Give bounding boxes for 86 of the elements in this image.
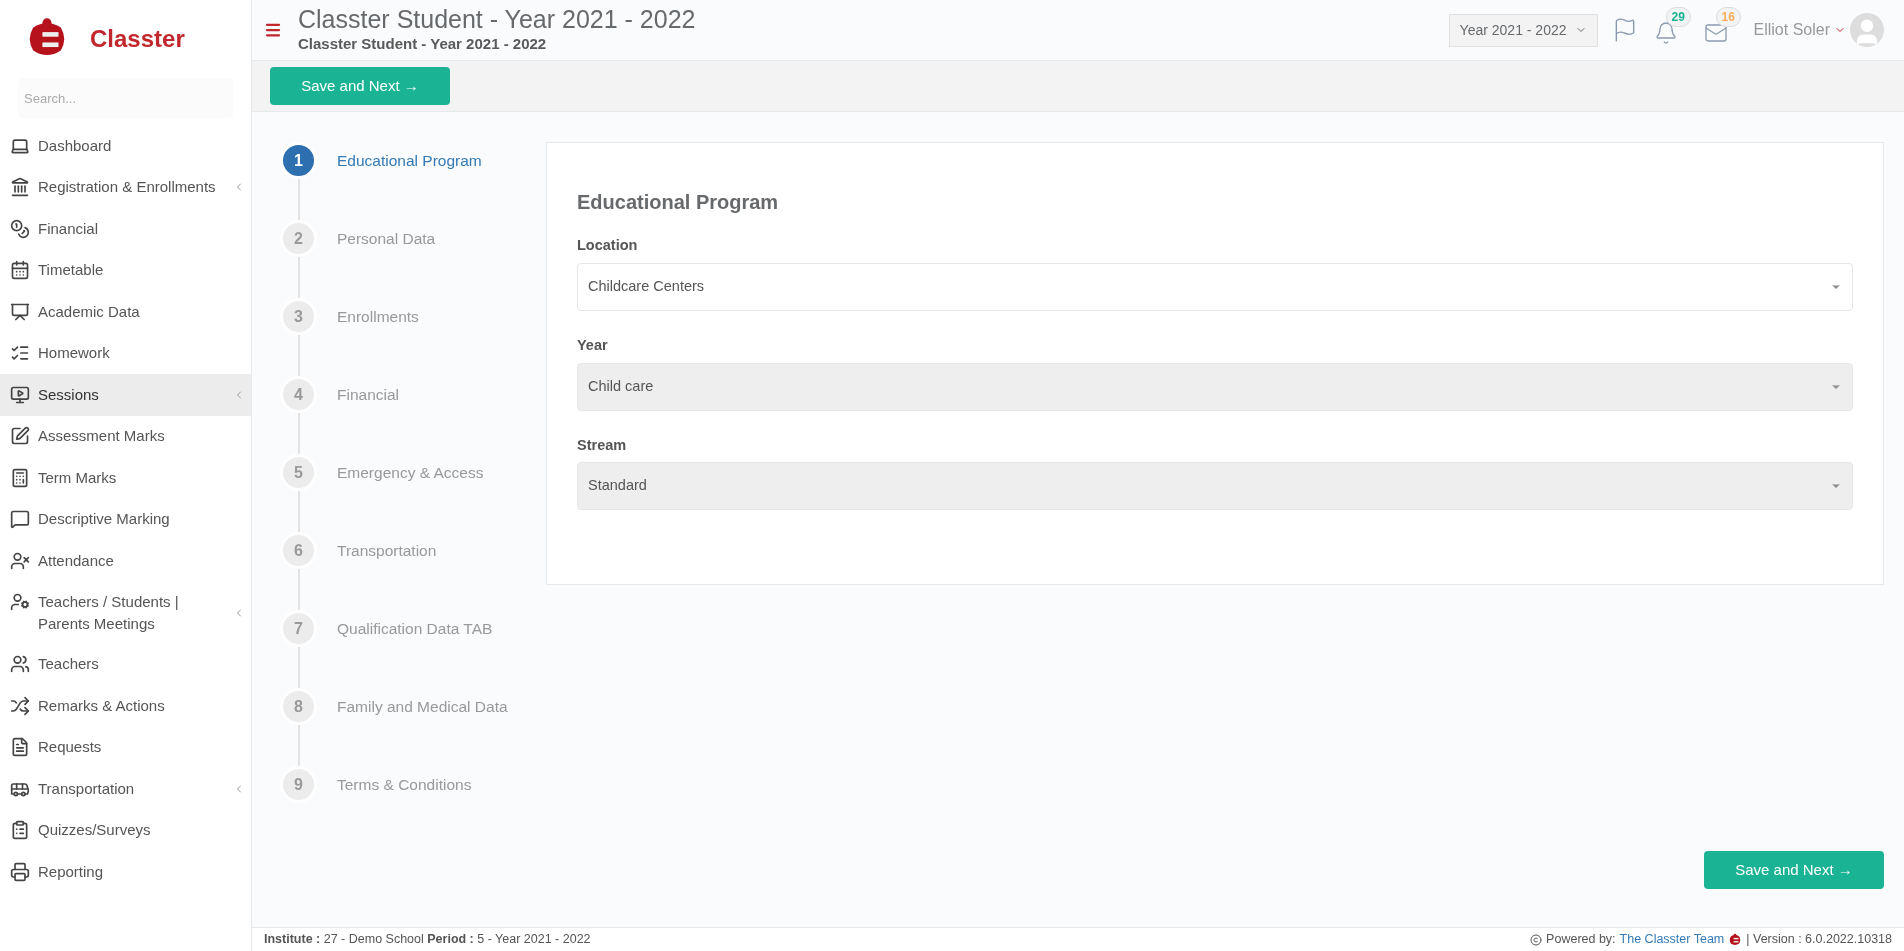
sidebar-item-label: Academic Data	[38, 301, 140, 322]
search-field[interactable]: Search...	[18, 78, 233, 118]
calendar-icon	[10, 260, 30, 281]
step-label[interactable]: Qualification Data TAB	[337, 616, 493, 641]
edit-icon	[10, 426, 30, 447]
sidebar-item[interactable]: Assessment Marks	[0, 415, 251, 457]
avatar[interactable]	[1850, 13, 1884, 47]
user-x-icon	[10, 550, 30, 571]
sidebar-item[interactable]: Transportation	[0, 768, 251, 810]
count-badge: 29	[1665, 7, 1691, 27]
form-title: Educational Program	[577, 190, 780, 215]
printer-icon	[10, 861, 30, 882]
year-selector[interactable]: Year 2021 - 2022	[1448, 13, 1598, 47]
step-label[interactable]: Terms & Conditions	[337, 772, 472, 797]
calculator-icon	[10, 467, 30, 488]
sidebar-item-label: Quizzes/Surveys	[38, 820, 151, 841]
sidebar-item[interactable]: Quizzes/Surveys	[0, 809, 251, 851]
sidebar-item-label: Reporting	[38, 861, 104, 882]
presentation-icon	[10, 301, 30, 322]
sidebar-item-label: Remarks & Actions	[38, 695, 165, 716]
user-gear-icon	[10, 591, 30, 612]
brand-name: Classter	[90, 24, 185, 54]
user-menu[interactable]: Elliot Soler	[1753, 18, 1846, 42]
team-link[interactable]: The Classter Team	[1619, 930, 1725, 949]
select-field[interactable]: Childcare Centers	[577, 262, 1853, 311]
step-label[interactable]: Educational Program	[337, 148, 482, 173]
sidebar-item-label: Financial	[38, 218, 99, 239]
sidebar-item[interactable]: Teachers / Students | Parents Meetings	[0, 581, 251, 644]
sidebar-item[interactable]: Requests	[0, 726, 251, 768]
sidebar-item-label: Sessions	[38, 384, 99, 405]
field-label: Year	[577, 335, 609, 355]
sidebar-item[interactable]: Reporting	[0, 851, 251, 893]
sidebar-item[interactable]: Registration & Enrollments	[0, 166, 251, 208]
sidebar-item[interactable]: Sessions	[0, 374, 251, 416]
save-and-next-button[interactable]: Save and Next →	[1704, 851, 1884, 889]
sidebar-item[interactable]: Term Marks	[0, 457, 251, 499]
sidebar-item[interactable]: Financial	[0, 208, 251, 250]
sidebar-item-label: Registration & Enrollments	[38, 177, 216, 198]
step-number[interactable]: 1	[280, 142, 317, 179]
page-title: Classter Student - Year 2021 - 2022	[298, 4, 697, 33]
step-label[interactable]: Enrollments	[337, 304, 419, 329]
users-icon	[10, 654, 30, 675]
bank-icon	[10, 177, 30, 198]
sidebar-item-label: Timetable	[38, 260, 104, 281]
sidebar-item[interactable]: Remarks & Actions	[0, 685, 251, 727]
sidebar-item[interactable]: Attendance	[0, 540, 251, 582]
shuffle-icon	[10, 695, 30, 716]
sidebar-item-label: Transportation	[38, 778, 135, 799]
document-icon	[10, 737, 30, 758]
sidebar-item[interactable]: Dashboard	[0, 125, 251, 167]
step-label[interactable]: Family and Medical Data	[337, 694, 508, 719]
sidebar-item-label: Requests	[38, 737, 102, 758]
save-and-next-button[interactable]: Save and Next →	[270, 67, 450, 105]
sidebar-item[interactable]: Descriptive Marking	[0, 498, 251, 540]
mail-icon[interactable]	[1703, 21, 1728, 45]
sidebar-item-label: Term Marks	[38, 467, 117, 488]
powered-by-text: Powered by:	[1546, 931, 1616, 949]
sidebar-item-label: Homework	[38, 343, 110, 364]
menu-icon[interactable]	[264, 21, 282, 39]
sidebar-item[interactable]: Teachers	[0, 643, 251, 685]
chat-icon	[10, 509, 30, 530]
sidebar-item[interactable]: Homework	[0, 332, 251, 374]
field-label: Location	[577, 236, 639, 255]
field-label: Stream	[577, 435, 628, 455]
step-label[interactable]: Financial	[337, 382, 400, 407]
sidebar-item-label: Teachers	[38, 654, 99, 675]
sidebar-item-label: Teachers / Students | Parents Meetings	[38, 591, 180, 634]
step-label[interactable]: Emergency & Access	[337, 460, 484, 485]
count-badge: 16	[1715, 7, 1741, 27]
sidebar-item[interactable]: Timetable	[0, 249, 251, 291]
sidebar-item[interactable]: Academic Data	[0, 291, 251, 333]
sidebar-item-label: Dashboard	[38, 135, 112, 156]
screen-icon	[10, 384, 30, 405]
sidebar-item-label: Descriptive Marking	[38, 509, 170, 530]
coins-icon	[10, 218, 30, 239]
step-label[interactable]: Personal Data	[337, 226, 436, 251]
page-subtitle: Classter Student - Year 2021 - 2022	[298, 33, 548, 54]
copyright-icon	[1530, 933, 1543, 946]
version-text: | Version : 6.0.2022.10318	[1746, 931, 1892, 949]
sidebar-item-label: Assessment Marks	[38, 426, 165, 447]
sidebar-item-label: Attendance	[38, 550, 114, 571]
brand-logo-icon	[1728, 932, 1743, 947]
clipboard-icon	[10, 820, 30, 841]
footer-info: Institute : 27 - Demo School Period : 5 - Year 2021 - 2022	[264, 931, 592, 949]
step-label[interactable]: Transportation	[337, 538, 437, 563]
bell-icon[interactable]	[1653, 21, 1678, 45]
